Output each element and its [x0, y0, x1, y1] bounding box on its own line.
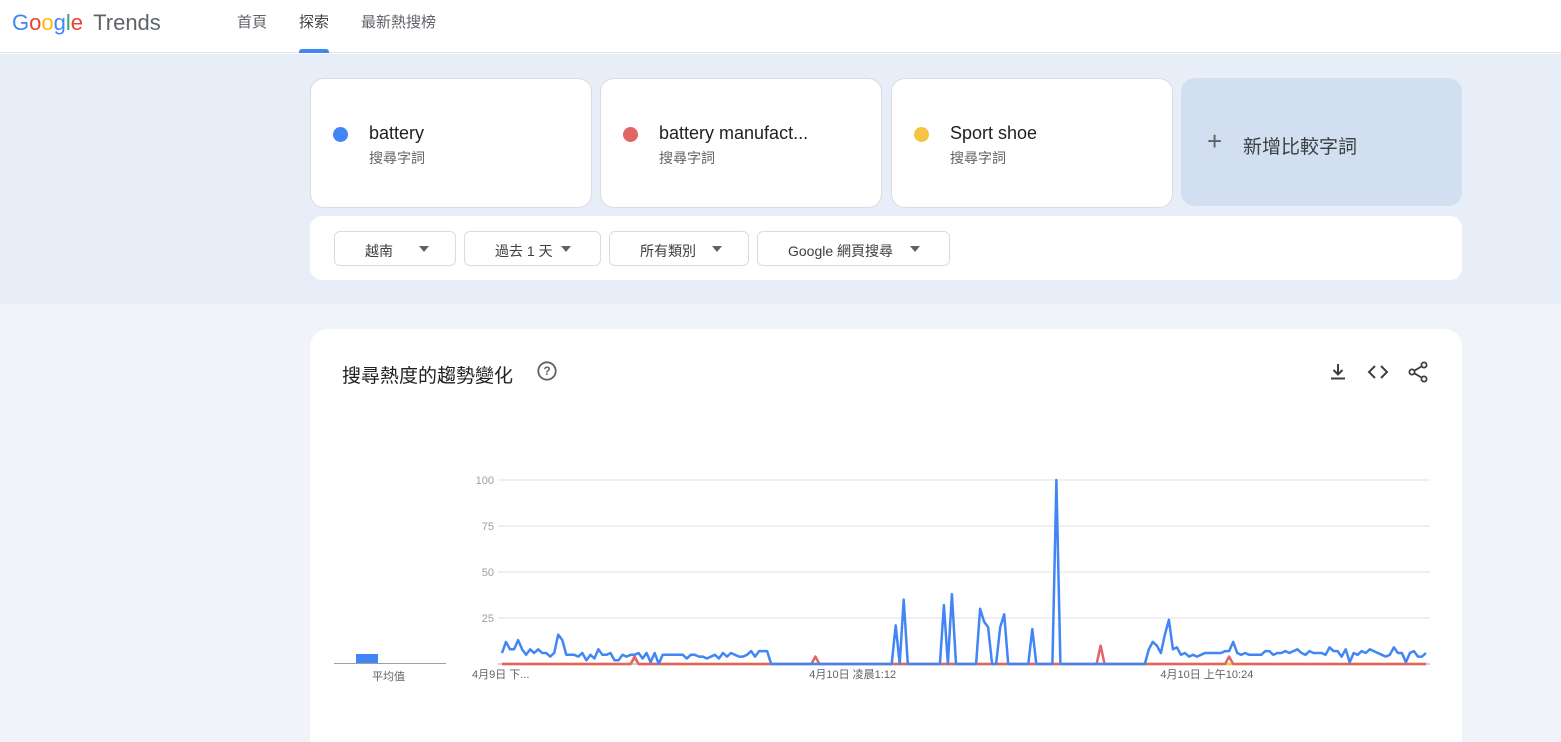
add-compare-label: 新增比較字詞 [1243, 137, 1358, 158]
share-icon[interactable] [1406, 360, 1430, 384]
y-tick-label: 50 [482, 567, 494, 579]
y-tick-label: 75 [482, 521, 494, 533]
x-tick-label: 4月10日 凌晨1:12 [809, 667, 896, 681]
y-tick-label: 25 [482, 613, 494, 625]
category-value: 所有類別 [640, 243, 696, 259]
caret-down-icon [561, 246, 571, 252]
term-type: 搜尋字詞 [369, 150, 425, 166]
term-card-sport-shoe[interactable]: Sport shoe 搜尋字詞 [891, 78, 1173, 208]
search-type-dropdown[interactable]: Google 網頁搜尋 [757, 231, 950, 266]
help-icon[interactable]: ? [536, 360, 558, 382]
nav-explore[interactable]: 探索 [299, 0, 330, 53]
term-name: Sport shoe [950, 123, 1038, 143]
series-dot-icon [623, 127, 638, 142]
term-type: 搜尋字詞 [950, 150, 1006, 166]
x-tick-label: 4月9日 下... [472, 669, 529, 681]
category-dropdown[interactable]: 所有類別 [609, 231, 749, 266]
term-card-battery[interactable]: battery 搜尋字詞 [310, 78, 592, 208]
main-nav: 首頁 探索 最新熱搜榜 [237, 0, 468, 53]
add-compare-button[interactable]: + 新增比較字詞 [1181, 78, 1462, 206]
series-dot-icon [333, 127, 348, 142]
average-axis [334, 663, 446, 664]
google-trends-logo[interactable]: Google Trends [12, 10, 161, 36]
caret-down-icon [419, 246, 429, 252]
search-type-value: Google 網頁搜尋 [788, 243, 894, 259]
svg-text:?: ? [543, 364, 550, 378]
term-type: 搜尋字詞 [659, 150, 715, 166]
caret-down-icon [910, 246, 920, 252]
logo-trends-text: Trends [93, 10, 161, 35]
embed-icon[interactable] [1366, 360, 1390, 384]
trend-line-chart[interactable]: 100 75 50 25 4月9日 下... 4月10日 凌晨1:12 4月10日 上午10… [460, 470, 1435, 685]
filter-bar: 越南 過去 1 天 所有類別 Google 網頁搜尋 [310, 216, 1462, 280]
top-header: Google Trends 首頁 探索 最新熱搜榜 [0, 0, 1561, 53]
term-card-battery-manufact[interactable]: battery manufact... 搜尋字詞 [600, 78, 882, 208]
term-name: battery [369, 123, 425, 143]
series-dot-icon [914, 127, 929, 142]
logo-google-text: Google [12, 10, 84, 35]
plus-icon: + [1207, 126, 1223, 156]
download-icon[interactable] [1326, 360, 1350, 384]
time-dropdown[interactable]: 過去 1 天 [464, 231, 601, 266]
region-dropdown[interactable]: 越南 [334, 231, 456, 266]
average-label: 平均值 [372, 671, 405, 683]
region-value: 越南 [365, 243, 393, 259]
term-name: battery manufact... [659, 123, 809, 143]
nav-home[interactable]: 首頁 [237, 0, 267, 53]
chart-title: 搜尋熱度的趨勢變化 [342, 366, 514, 387]
nav-trending[interactable]: 最新熱搜榜 [361, 0, 436, 53]
time-value: 過去 1 天 [495, 243, 553, 259]
caret-down-icon [712, 246, 722, 252]
x-tick-label: 4月10日 上午10:24 [1160, 668, 1253, 681]
y-tick-label: 100 [476, 475, 494, 487]
